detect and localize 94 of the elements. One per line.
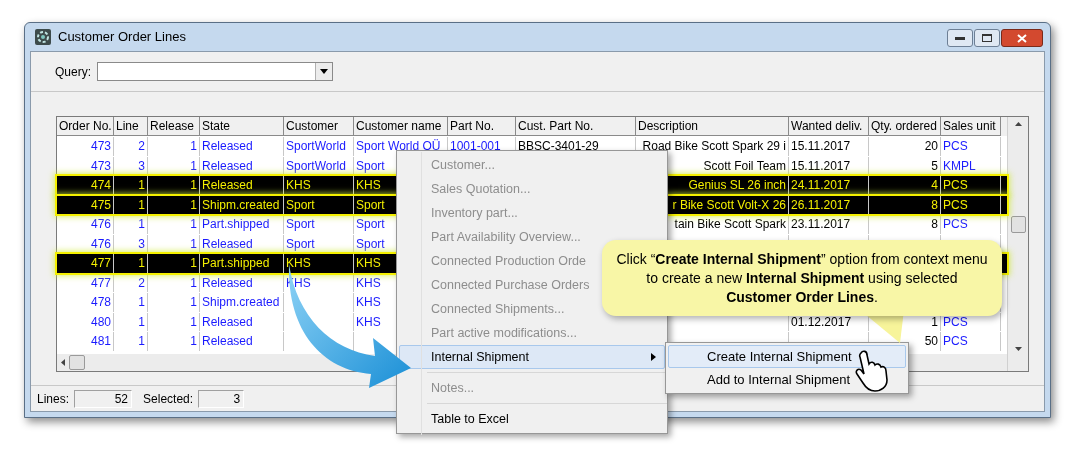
table-cell-text: BBSC-3401-29 [518, 138, 599, 155]
table-cell-text: Released [202, 138, 253, 155]
table-cell-text: 26.11.2017 [791, 196, 851, 214]
table-cell-text: Sport [356, 196, 385, 214]
table-cell-text: 8 [931, 196, 938, 214]
table-cell-text: tain Bike Scott Spark [674, 216, 786, 233]
table-cell-text: PCS [943, 177, 968, 194]
table-cell-text: SportWorld [286, 157, 346, 175]
table-cell-text: Sport [356, 157, 385, 175]
table-cell-text: 1 [138, 333, 145, 350]
table-cell-text: KHS [356, 255, 381, 272]
selected-count: 3 [198, 389, 245, 408]
table-cell-text: 1 [138, 177, 145, 194]
table-cell-text: Shipm.created [202, 294, 280, 311]
table-cell-text: Road Bike Scott Spark 29 i [642, 138, 786, 155]
table-cell-text: KHS [356, 177, 381, 194]
table-cell-text: KHS [286, 177, 311, 194]
table-cell-text: 8 [931, 216, 938, 233]
table-cell-text: 3 [138, 235, 145, 253]
table-cell-text: 24.11.2017 [791, 177, 851, 194]
table-cell-text: 2 [138, 138, 145, 155]
table-cell-text: KHS [356, 294, 381, 311]
table-cell-text: 1 [190, 274, 197, 292]
table-cell-text: 1 [190, 294, 197, 311]
table-cell-text: KHS [356, 274, 381, 292]
table-cell-text: Released [202, 177, 253, 194]
table-cell-text: 1 [190, 196, 197, 214]
table-cell-text: 4 [931, 177, 938, 194]
window-title: Customer Order Lines [58, 28, 186, 47]
table-cell-text: 15.11.2017 [791, 157, 851, 175]
table-cell-text: Released [202, 333, 253, 350]
table-cell-text: r Bike Scott Volt-X 26 [672, 196, 786, 214]
table-cell-text: KHS [356, 313, 381, 331]
table-cell-text: 1 [190, 235, 197, 253]
table-cell-text: 473 [90, 157, 111, 175]
table-cell-text: Released [202, 235, 253, 253]
table-cell-text: Sport [286, 196, 315, 214]
table-cell-text: 1 [190, 255, 197, 272]
table-cell-text: 476 [90, 216, 111, 233]
table-cell-text: Sport [356, 216, 385, 233]
table-cell-text: 481 [90, 333, 111, 350]
table-cell-text: 1001-001 [450, 138, 501, 155]
table-cell-text: 477 [90, 274, 111, 292]
table-cell-text: Released [202, 157, 253, 175]
table-cell-text: Released [202, 313, 253, 331]
table-cell-text: 1 [190, 313, 197, 331]
table-cell-text: Genius SL 26 inch [688, 177, 786, 194]
table-cell-text: 1 [138, 216, 145, 233]
table-cell-text: SportWorld [286, 138, 346, 155]
table-cell-text: Part.shipped [202, 255, 270, 272]
query-label: Query: [55, 63, 91, 81]
table-cell-text: Released [202, 274, 253, 292]
table-cell-text: PCS [943, 216, 968, 233]
table-cell-text: 1 [138, 196, 145, 214]
table-cell-text: 477 [90, 255, 111, 272]
table-cell-text: 1 [190, 216, 197, 233]
table-cell-text: 3 [138, 157, 145, 175]
table-cell-text: 15.11.2017 [791, 138, 851, 155]
table-cell-text: 01.12.2017 [791, 313, 852, 331]
table-cell-text: 1 [138, 313, 145, 331]
table-cell-text: 20 [924, 138, 938, 155]
table-cell-text: 1 [190, 177, 197, 194]
table-cell-text: 478 [90, 294, 111, 311]
selected-label: Selected: [143, 390, 194, 408]
table-cell-text: 23.11.2017 [791, 216, 851, 233]
table-cell-text: PCS [943, 138, 968, 155]
table-cell-text: PCS [943, 196, 968, 214]
table-cell-text: KHS [286, 255, 311, 272]
table-cell-text: Sport [356, 235, 385, 253]
table-cell-text: 474 [90, 177, 111, 194]
table-cell-text: 50 [924, 333, 938, 350]
table-cell-text: 1 [138, 255, 145, 272]
table-cell-text: KMPL [943, 157, 976, 175]
table-cell-text: 1 [190, 157, 197, 175]
table-cell-text: Shipm.created [202, 196, 280, 214]
table-cell-text: 1 [190, 138, 197, 155]
table-cell-text: 2 [138, 274, 145, 292]
table-cell-text: PCS [943, 333, 968, 350]
table-cell-text: Sport [286, 216, 315, 233]
table-cell-text: 476 [90, 235, 111, 253]
table-cell-text: 475 [90, 196, 111, 214]
table-cell-text: 473 [90, 138, 111, 155]
table-cell-text: 1 [138, 294, 145, 311]
table-cell-text: 5 [931, 157, 938, 175]
lines-count: 52 [74, 389, 133, 408]
table-cell-text: Scott Foil Team [703, 157, 786, 175]
table-cell-text: PCS [943, 313, 968, 331]
table-cell-text: 1 [931, 313, 938, 331]
table-cell-text: Sport [286, 235, 315, 253]
table-cell-text: 1 [190, 333, 197, 350]
table-cell-text: Sport World OÜ [356, 138, 441, 155]
table-cell-text: 480 [90, 313, 111, 331]
lines-label: Lines: [37, 390, 70, 408]
table-cell-text: Part.shipped [202, 216, 270, 233]
